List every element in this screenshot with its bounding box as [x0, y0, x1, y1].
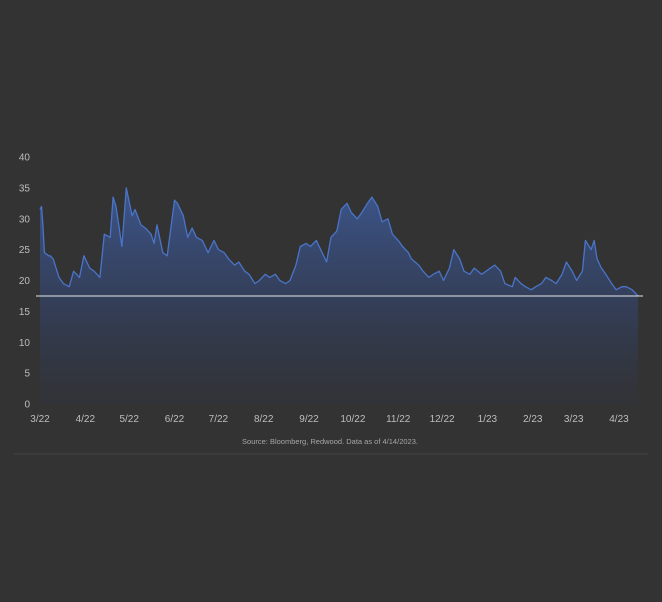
y-tick-label: 10 — [19, 338, 31, 349]
y-tick-label: 0 — [24, 400, 30, 411]
x-tick-label: 9/22 — [299, 414, 319, 425]
y-axis: 0 5 10 15 20 25 30 35 40 — [19, 153, 31, 411]
y-tick-label: 40 — [19, 153, 31, 164]
source-note: Source: Bloomberg, Redwood. Data as of 4… — [242, 437, 418, 446]
y-tick-label: 20 — [19, 276, 31, 287]
y-tick-label: 35 — [19, 183, 31, 194]
x-tick-label: 4/23 — [609, 414, 629, 425]
x-tick-label: 10/22 — [340, 414, 365, 425]
y-tick-label: 5 — [24, 369, 30, 380]
x-tick-label: 3/22 — [30, 414, 50, 425]
x-tick-label: 2/23 — [523, 414, 543, 425]
x-tick-label: 6/22 — [165, 414, 185, 425]
plot-area — [36, 187, 643, 404]
x-axis: 3/22 4/22 5/22 6/22 7/22 8/22 9/22 10/22 11/22 12… — [30, 414, 629, 425]
x-tick-label: 7/22 — [209, 414, 229, 425]
y-tick-label: 25 — [19, 245, 31, 256]
x-tick-label: 11/22 — [386, 414, 411, 425]
x-tick-label: 12/22 — [430, 414, 455, 425]
x-tick-label: 4/22 — [76, 414, 96, 425]
x-tick-label: 3/23 — [564, 414, 584, 425]
x-tick-label: 1/23 — [478, 414, 498, 425]
y-tick-label: 15 — [19, 307, 31, 318]
x-tick-label: 5/22 — [119, 414, 139, 425]
vix-area-chart: 0 5 10 15 20 25 30 35 40 3/22 4/22 5/22 6/22 7/22 8/2… — [14, 153, 648, 455]
y-tick-label: 30 — [19, 214, 31, 225]
x-tick-label: 8/22 — [254, 414, 274, 425]
